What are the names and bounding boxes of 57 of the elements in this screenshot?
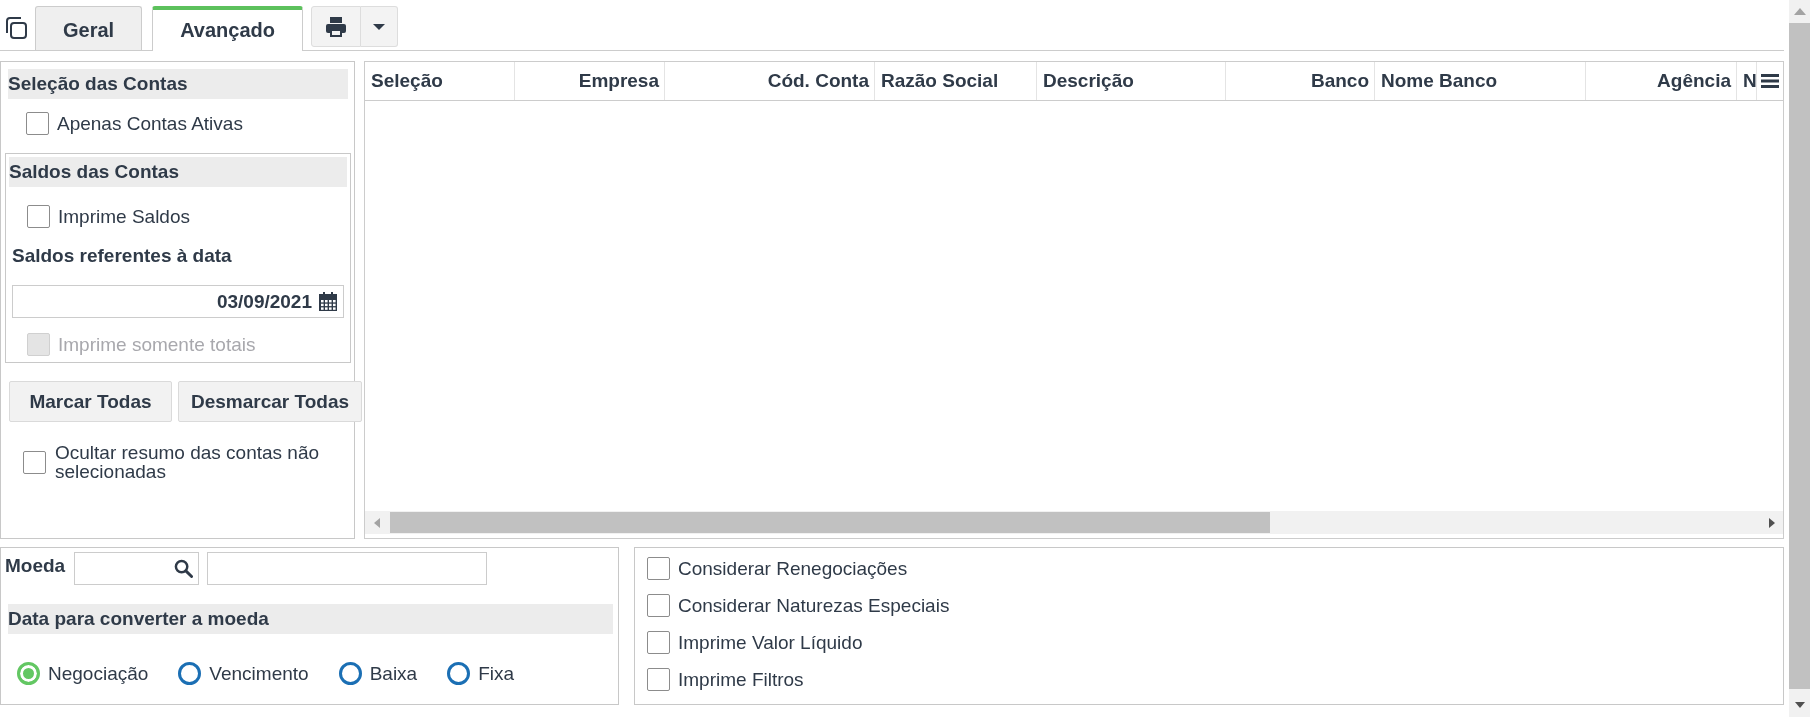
scroll-right-arrow-icon[interactable] bbox=[1769, 517, 1775, 528]
tab[interactable]: Avançado bbox=[152, 6, 303, 51]
field-label: Saldos referentes à data bbox=[12, 245, 233, 267]
print-button[interactable] bbox=[311, 6, 361, 47]
scroll-up-arrow-icon[interactable] bbox=[1793, 8, 1806, 15]
tab[interactable]: Geral bbox=[35, 6, 143, 50]
checkbox-label: Imprime Valor Líquido bbox=[678, 631, 863, 654]
radio-label: Fixa bbox=[478, 662, 515, 685]
select-button[interactable]: Marcar Todas bbox=[9, 381, 172, 422]
horizontal-scrollbar[interactable] bbox=[365, 511, 1783, 534]
scroll-down-arrow-icon[interactable] bbox=[1794, 702, 1805, 708]
search-icon[interactable] bbox=[174, 559, 194, 578]
checkbox-label: Imprime Saldos bbox=[58, 205, 190, 228]
checkbox[interactable] bbox=[647, 594, 670, 617]
column-header[interactable]: Descrição bbox=[1037, 62, 1226, 100]
column-header[interactable]: Seleção bbox=[365, 62, 515, 100]
currency-name-field[interactable] bbox=[207, 552, 488, 585]
currency-code-field[interactable] bbox=[74, 552, 200, 585]
checkbox-label: Considerar Naturezas Especiais bbox=[678, 594, 950, 617]
section-header: Seleção das Contas bbox=[8, 69, 348, 99]
checkbox-label: Considerar Renegociações bbox=[678, 557, 908, 580]
date-field[interactable]: 03/09/2021 bbox=[12, 285, 344, 318]
caret-icon bbox=[373, 23, 385, 30]
radio-button[interactable] bbox=[178, 662, 202, 685]
radio-button[interactable] bbox=[447, 662, 471, 685]
checkbox[interactable] bbox=[27, 205, 50, 228]
column-header[interactable]: Razão Social bbox=[875, 62, 1037, 100]
checkbox[interactable] bbox=[647, 557, 670, 580]
checkbox-label: Imprime Filtros bbox=[678, 668, 804, 691]
checkbox[interactable] bbox=[26, 112, 49, 135]
radio-label: Baixa bbox=[369, 662, 418, 685]
copy-icon[interactable] bbox=[4, 16, 28, 40]
column-header[interactable]: Nome Banco bbox=[1375, 62, 1586, 100]
column-header[interactable]: Agência bbox=[1586, 62, 1737, 100]
radio-button[interactable] bbox=[338, 662, 362, 685]
checkbox[interactable] bbox=[647, 668, 670, 691]
checkbox-label: Ocultar resumo das contas não selecionadas bbox=[55, 443, 321, 481]
checkbox[interactable] bbox=[647, 631, 670, 654]
radio-button[interactable] bbox=[17, 662, 40, 685]
column-header[interactable]: N bbox=[1737, 62, 1757, 100]
section-header: Data para converter a moeda bbox=[8, 604, 613, 634]
menu-icon[interactable] bbox=[1761, 74, 1779, 88]
select-button[interactable]: Desmarcar Todas bbox=[178, 381, 363, 422]
section-header: Saldos das Contas bbox=[9, 157, 347, 187]
checkbox-label: Imprime somente totais bbox=[58, 333, 256, 356]
scroll-left-arrow-icon[interactable] bbox=[374, 517, 380, 528]
scrollbar-thumb[interactable] bbox=[390, 512, 1270, 533]
radio-label: Vencimento bbox=[209, 662, 309, 685]
checkbox[interactable] bbox=[23, 450, 46, 474]
column-header[interactable]: Empresa bbox=[515, 62, 665, 100]
radio-label: Negociação bbox=[48, 662, 149, 685]
checkbox-label: Apenas Contas Ativas bbox=[57, 112, 243, 135]
calendar-icon[interactable] bbox=[318, 291, 338, 312]
printer-icon bbox=[325, 15, 347, 38]
column-header[interactable]: Banco bbox=[1226, 62, 1375, 100]
column-header[interactable]: Cód. Conta bbox=[665, 62, 875, 100]
field-label: Moeda bbox=[5, 554, 66, 578]
